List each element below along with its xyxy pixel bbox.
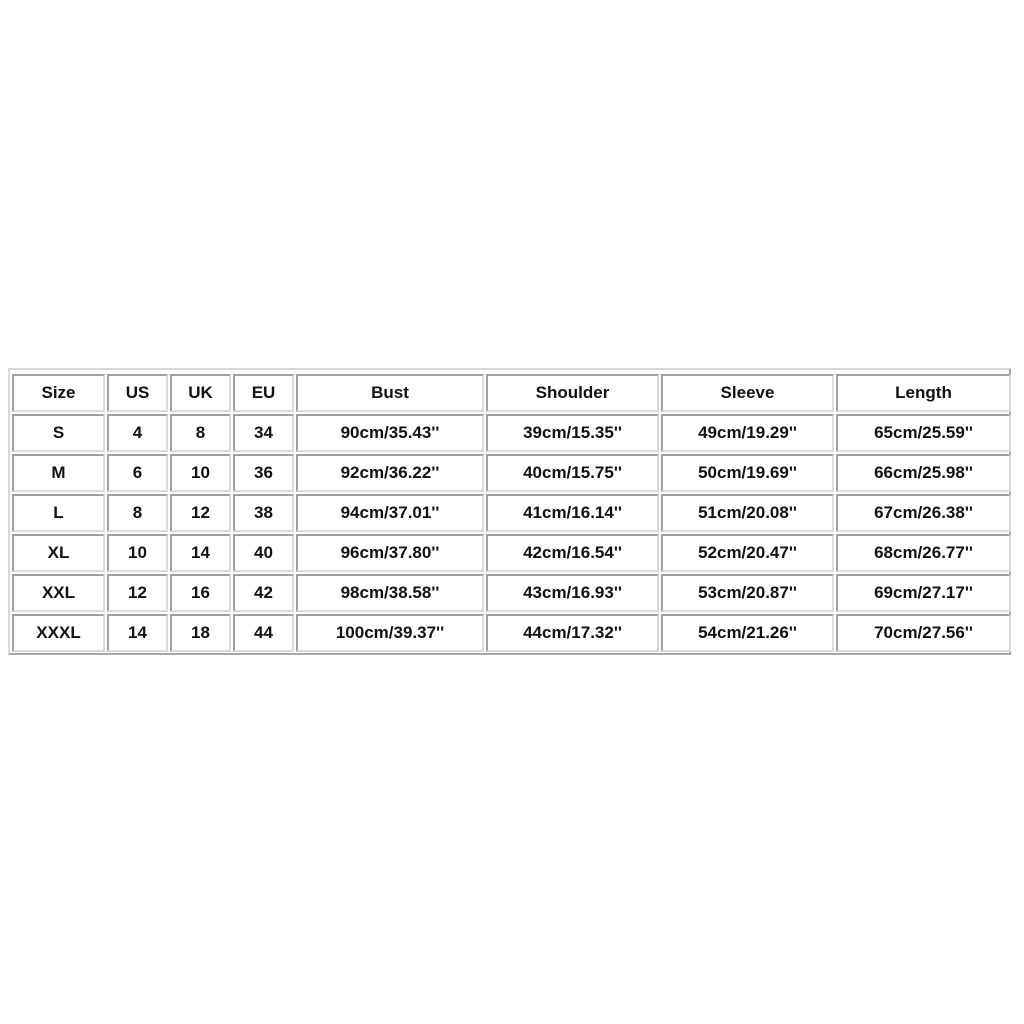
cell-shoulder: 44cm/17.32'': [486, 614, 659, 652]
table-row: XXL 12 16 42 98cm/38.58'' 43cm/16.93'' 5…: [12, 574, 1011, 612]
cell-sleeve: 51cm/20.08'': [661, 494, 834, 532]
cell-size: L: [12, 494, 105, 532]
cell-uk: 16: [170, 574, 231, 612]
header-us: US: [107, 374, 168, 412]
header-length: Length: [836, 374, 1011, 412]
cell-bust: 100cm/39.37'': [296, 614, 484, 652]
cell-length: 70cm/27.56'': [836, 614, 1011, 652]
header-eu: EU: [233, 374, 294, 412]
header-uk: UK: [170, 374, 231, 412]
cell-size: XXXL: [12, 614, 105, 652]
cell-shoulder: 41cm/16.14'': [486, 494, 659, 532]
table-row: S 4 8 34 90cm/35.43'' 39cm/15.35'' 49cm/…: [12, 414, 1011, 452]
cell-bust: 92cm/36.22'': [296, 454, 484, 492]
cell-eu: 40: [233, 534, 294, 572]
cell-shoulder: 42cm/16.54'': [486, 534, 659, 572]
cell-shoulder: 39cm/15.35'': [486, 414, 659, 452]
cell-sleeve: 49cm/19.29'': [661, 414, 834, 452]
header-size: Size: [12, 374, 105, 412]
cell-length: 66cm/25.98'': [836, 454, 1011, 492]
cell-shoulder: 43cm/16.93'': [486, 574, 659, 612]
cell-us: 12: [107, 574, 168, 612]
cell-length: 69cm/27.17'': [836, 574, 1011, 612]
header-shoulder: Shoulder: [486, 374, 659, 412]
header-row: Size US UK EU Bust Shoulder Sleeve Lengt…: [12, 374, 1011, 412]
cell-bust: 98cm/38.58'': [296, 574, 484, 612]
cell-eu: 42: [233, 574, 294, 612]
table-row: XL 10 14 40 96cm/37.80'' 42cm/16.54'' 52…: [12, 534, 1011, 572]
size-chart: Size US UK EU Bust Shoulder Sleeve Lengt…: [8, 368, 1011, 655]
table-row: L 8 12 38 94cm/37.01'' 41cm/16.14'' 51cm…: [12, 494, 1011, 532]
cell-us: 4: [107, 414, 168, 452]
cell-uk: 10: [170, 454, 231, 492]
cell-uk: 12: [170, 494, 231, 532]
cell-bust: 90cm/35.43'': [296, 414, 484, 452]
header-bust: Bust: [296, 374, 484, 412]
cell-eu: 36: [233, 454, 294, 492]
cell-length: 67cm/26.38'': [836, 494, 1011, 532]
cell-length: 65cm/25.59'': [836, 414, 1011, 452]
cell-bust: 96cm/37.80'': [296, 534, 484, 572]
cell-sleeve: 52cm/20.47'': [661, 534, 834, 572]
cell-size: M: [12, 454, 105, 492]
cell-eu: 34: [233, 414, 294, 452]
cell-bust: 94cm/37.01'': [296, 494, 484, 532]
cell-us: 6: [107, 454, 168, 492]
cell-us: 10: [107, 534, 168, 572]
cell-us: 8: [107, 494, 168, 532]
table-row: M 6 10 36 92cm/36.22'' 40cm/15.75'' 50cm…: [12, 454, 1011, 492]
cell-length: 68cm/26.77'': [836, 534, 1011, 572]
cell-sleeve: 54cm/21.26'': [661, 614, 834, 652]
cell-eu: 38: [233, 494, 294, 532]
cell-us: 14: [107, 614, 168, 652]
table-row: XXXL 14 18 44 100cm/39.37'' 44cm/17.32''…: [12, 614, 1011, 652]
cell-size: XL: [12, 534, 105, 572]
cell-uk: 18: [170, 614, 231, 652]
cell-size: XXL: [12, 574, 105, 612]
cell-uk: 14: [170, 534, 231, 572]
cell-shoulder: 40cm/15.75'': [486, 454, 659, 492]
cell-eu: 44: [233, 614, 294, 652]
header-sleeve: Sleeve: [661, 374, 834, 412]
cell-uk: 8: [170, 414, 231, 452]
cell-size: S: [12, 414, 105, 452]
size-chart-table: Size US UK EU Bust Shoulder Sleeve Lengt…: [10, 372, 1013, 654]
cell-sleeve: 53cm/20.87'': [661, 574, 834, 612]
cell-sleeve: 50cm/19.69'': [661, 454, 834, 492]
